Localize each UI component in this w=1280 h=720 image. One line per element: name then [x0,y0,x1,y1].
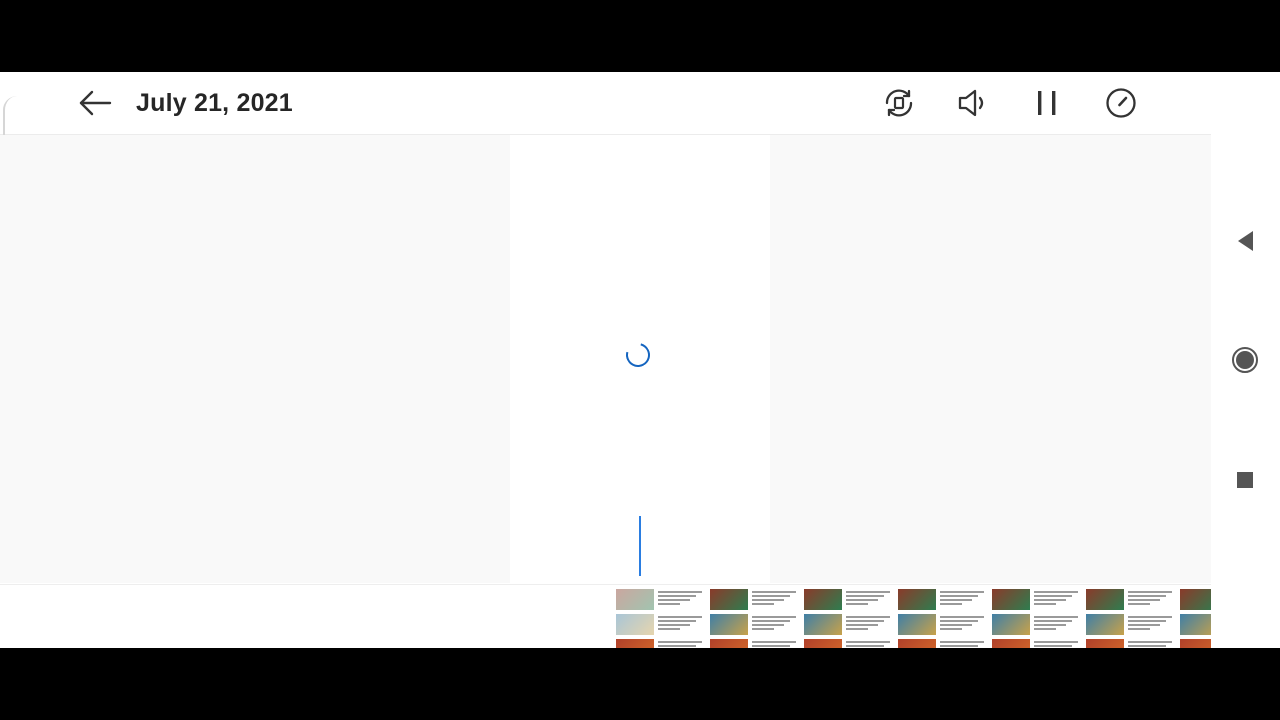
timeline-thumbnails [616,589,1211,648]
pause-button[interactable] [1030,86,1064,120]
timeline-thumbnail [898,589,990,648]
nav-recents-button[interactable] [1231,466,1259,494]
top-app-bar: July 21, 2021 [0,72,1211,172]
video-frame-area[interactable] [0,135,1211,583]
playback-speed-button[interactable] [1104,86,1138,120]
back-button[interactable] [76,86,116,120]
loading-spinner-icon [621,338,655,372]
rotate-button[interactable] [882,86,916,120]
nav-back-triangle-icon [1238,231,1253,251]
pause-icon [1038,91,1056,115]
volume-button[interactable] [956,86,990,120]
timeline-thumbnail [804,589,896,648]
nav-back-button[interactable] [1231,227,1259,255]
arrow-left-icon [79,90,112,116]
rotate-screen-icon [885,89,913,117]
timeline-thumbnail [1180,589,1211,648]
nav-home-circle-icon [1232,347,1258,373]
system-navigation-bar [1211,72,1280,648]
screen-recording-playback: July 21, 2021 [0,72,1211,648]
timeline-thumbnail [1086,589,1178,648]
volume-icon [958,89,984,117]
timeline-thumbnail [992,589,1084,648]
nav-recents-square-icon [1237,472,1253,488]
timeline-scrubber[interactable] [639,516,641,576]
playback-speed-icon [1106,88,1136,118]
nav-home-button[interactable] [1231,346,1259,374]
timeline-thumbnail [616,589,708,648]
page-title: July 21, 2021 [136,89,293,117]
timeline-thumbnail [710,589,802,648]
video-timeline[interactable] [0,584,1211,648]
